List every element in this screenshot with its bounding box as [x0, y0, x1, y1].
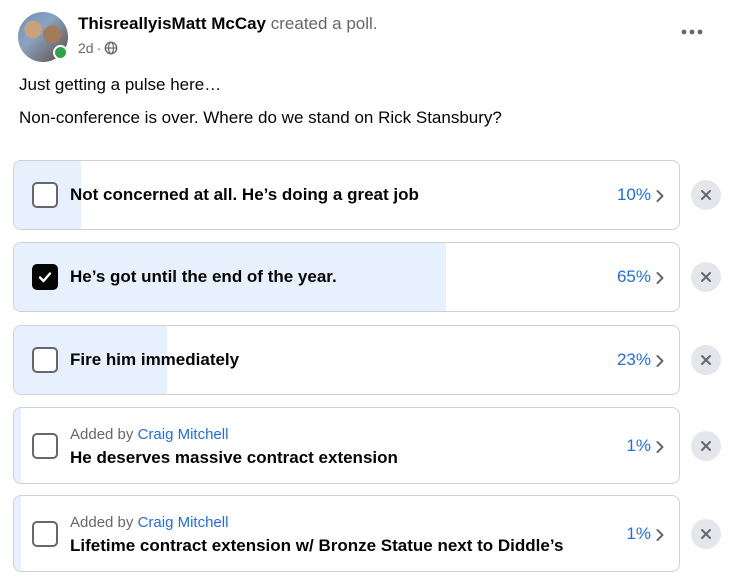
poll-option-checkbox[interactable] — [32, 264, 58, 290]
poll-option-result-bar — [14, 408, 21, 483]
remove-option-button[interactable] — [691, 430, 721, 461]
poll-option-percent[interactable]: 23% — [617, 350, 651, 370]
added-by-prefix: Added by — [70, 514, 134, 531]
poll-option[interactable]: Fire him immediately 23% — [13, 325, 680, 395]
online-status-icon — [53, 45, 68, 60]
author-name[interactable]: ThisreallyisMatt McCay — [78, 14, 266, 33]
remove-option-button[interactable] — [691, 518, 721, 549]
close-icon — [701, 440, 711, 451]
meta-separator: · — [96, 40, 102, 56]
post-text-line: Just getting a pulse here… — [19, 75, 222, 94]
poll-option-label: He deserves massive contract extension — [70, 448, 398, 467]
poll-option-checkbox[interactable] — [32, 520, 58, 547]
poll-option-percent[interactable]: 1% — [626, 524, 651, 544]
poll-option-label: Lifetime contract extension w/ Bronze St… — [70, 536, 564, 555]
poll-option[interactable]: He’s got until the end of the year. 65% — [13, 242, 680, 312]
poll-option-label: He’s got until the end of the year. — [70, 267, 337, 286]
poll-option-percent[interactable]: 1% — [626, 436, 651, 456]
poll-option-percent[interactable]: 10% — [617, 185, 651, 205]
added-by-name[interactable]: Craig Mitchell — [138, 514, 229, 531]
poll-option-added-by: Added by Craig Mitchell — [70, 426, 228, 443]
chevron-right-icon[interactable] — [655, 440, 665, 454]
close-icon — [701, 528, 711, 539]
author-action: created a poll. — [270, 14, 378, 33]
more-horizontal-icon[interactable] — [678, 18, 706, 46]
chevron-right-icon[interactable] — [655, 189, 665, 203]
poll-option-checkbox[interactable] — [32, 347, 58, 373]
poll-option[interactable]: Added by Craig Mitchell He deserves massi… — [13, 407, 680, 484]
poll-option-label: Not concerned at all. He’s doing a great… — [70, 185, 419, 204]
post-text-line: Non-conference is over. Where do we stan… — [19, 108, 502, 127]
author-line: ThisreallyisMatt McCay created a poll. — [78, 14, 378, 34]
post-meta: 2d · — [78, 40, 118, 56]
post-time[interactable]: 2d — [78, 40, 94, 56]
poll-option-checkbox[interactable] — [32, 432, 58, 459]
close-icon — [701, 190, 711, 200]
checkmark-icon — [38, 272, 52, 283]
poll-option-percent[interactable]: 65% — [617, 267, 651, 287]
added-by-name[interactable]: Craig Mitchell — [138, 426, 229, 443]
added-by-prefix: Added by — [70, 426, 134, 443]
chevron-right-icon[interactable] — [655, 528, 665, 542]
remove-option-button[interactable] — [691, 262, 721, 292]
globe-icon[interactable] — [104, 41, 118, 55]
remove-option-button[interactable] — [691, 345, 721, 375]
poll-option-result-bar — [14, 496, 21, 571]
poll-option-label: Fire him immediately — [70, 350, 240, 369]
close-icon — [701, 272, 711, 282]
poll-option-added-by: Added by Craig Mitchell — [70, 514, 228, 531]
remove-option-button[interactable] — [691, 180, 721, 210]
poll-option-checkbox[interactable] — [32, 182, 58, 208]
close-icon — [701, 355, 711, 365]
chevron-right-icon[interactable] — [655, 354, 665, 368]
chevron-right-icon[interactable] — [655, 271, 665, 285]
poll-option[interactable]: Not concerned at all. He’s doing a great… — [13, 160, 680, 230]
post-header: ThisreallyisMatt McCay created a poll. 2… — [18, 12, 718, 62]
poll-option[interactable]: Added by Craig Mitchell Lifetime contract… — [13, 495, 680, 572]
